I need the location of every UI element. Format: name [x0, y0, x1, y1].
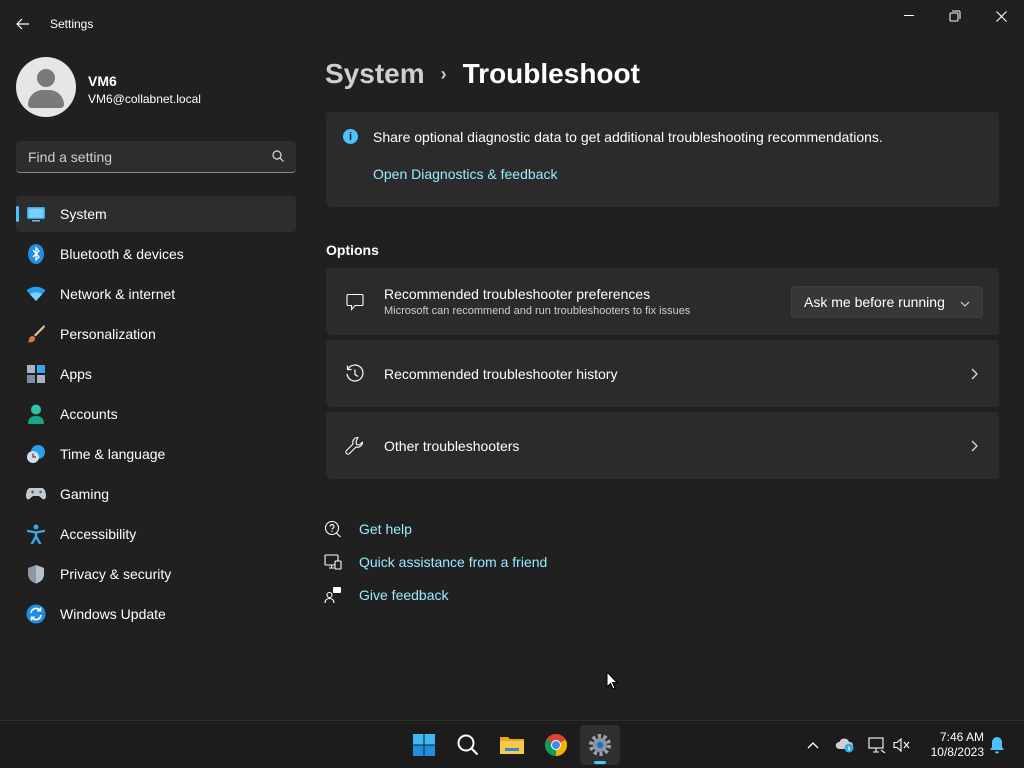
give-feedback-label: Give feedback	[359, 586, 449, 603]
title-bar: Settings	[0, 0, 1024, 48]
breadcrumb-separator: ›	[440, 63, 447, 84]
info-text: Share optional diagnostic data to get ad…	[373, 129, 883, 145]
taskbar-clock[interactable]: 7:46 AM 10/8/2023	[920, 730, 984, 760]
file-explorer-icon[interactable]	[492, 725, 532, 765]
sidebar-item-privacy[interactable]: Privacy & security	[16, 556, 296, 592]
search-icon[interactable]	[272, 149, 284, 165]
sidebar-item-network[interactable]: Network & internet	[16, 276, 296, 312]
settings-window: Settings VM6 VM6@collabnet.local Find a …	[0, 0, 1024, 720]
chrome-icon[interactable]	[536, 725, 576, 765]
sidebar-item-accounts[interactable]: Accounts	[16, 396, 296, 432]
troubleshooter-preferences-card: Recommended troubleshooter preferences M…	[326, 268, 999, 335]
help-chat-icon	[324, 520, 359, 538]
sidebar-item-label: Accounts	[60, 406, 118, 422]
onedrive-cloud-icon[interactable]	[833, 733, 857, 757]
chat-bubble-icon	[326, 293, 384, 311]
update-icon	[26, 604, 46, 624]
dropdown-value: Ask me before running	[804, 293, 945, 310]
sidebar-item-label: Apps	[60, 366, 92, 382]
sidebar-item-label: Gaming	[60, 486, 110, 502]
sidebar-item-system[interactable]: System	[16, 196, 296, 232]
close-icon[interactable]	[978, 0, 1024, 32]
sidebar-item-accessibility[interactable]: Accessibility	[16, 516, 296, 552]
get-help-link[interactable]: Get help	[324, 512, 547, 545]
clock-date: 10/8/2023	[930, 745, 984, 759]
diagnostics-info-card: i Share optional diagnostic data to get …	[326, 112, 999, 207]
quick-assist-label: Quick assistance from a friend	[359, 553, 548, 570]
options-heading: Options	[326, 242, 379, 258]
get-help-label: Get help	[359, 520, 412, 537]
preferences-subtitle: Microsoft can recommend and run troubles…	[384, 305, 691, 317]
accessibility-icon	[26, 524, 46, 544]
breadcrumb: System › Troubleshoot	[325, 58, 640, 90]
system-icon	[26, 204, 46, 224]
sidebar-item-label: Personalization	[60, 326, 156, 342]
taskbar: 7:46 AM 10/8/2023	[0, 720, 1024, 768]
chevron-right-icon	[949, 368, 999, 380]
help-links: Get help Quick assistance from a friend …	[324, 512, 547, 611]
avatar	[16, 57, 76, 117]
settings-icon[interactable]	[580, 725, 620, 765]
sidebar-item-label: Network & internet	[60, 286, 176, 302]
bluetooth-icon	[26, 244, 46, 264]
sidebar-item-label: Windows Update	[60, 606, 166, 622]
network-icon[interactable]	[865, 733, 889, 757]
page-title: Troubleshoot	[462, 58, 640, 89]
chevron-up-icon[interactable]	[801, 733, 825, 757]
sidebar-item-label: Time & language	[60, 446, 166, 462]
quick-assist-link[interactable]: Quick assistance from a friend	[324, 545, 547, 578]
quick-assist-icon	[324, 553, 359, 571]
restore-icon[interactable]	[932, 0, 978, 32]
chevron-down-icon	[960, 294, 970, 310]
sidebar-item-bluetooth[interactable]: Bluetooth & devices	[16, 236, 296, 272]
speaker-muted-icon[interactable]	[890, 733, 914, 757]
minimize-icon[interactable]	[886, 0, 932, 32]
active-indicator	[594, 761, 606, 764]
preferences-title: Recommended troubleshooter preferences	[384, 286, 651, 302]
open-diagnostics-link[interactable]: Open Diagnostics & feedback	[373, 166, 557, 182]
mouse-cursor-icon	[606, 670, 619, 695]
sidebar-item-apps[interactable]: Apps	[16, 356, 296, 392]
sidebar-item-windows-update[interactable]: Windows Update	[16, 596, 296, 632]
profile-name: VM6	[88, 73, 117, 89]
shield-icon	[26, 564, 46, 584]
back-arrow-icon[interactable]	[10, 12, 36, 36]
wifi-icon	[26, 284, 46, 304]
search-icon[interactable]	[448, 725, 488, 765]
history-icon	[326, 363, 384, 384]
sidebar-item-label: Bluetooth & devices	[60, 246, 184, 262]
sidebar-item-personalization[interactable]: Personalization	[16, 316, 296, 352]
sidebar-item-gaming[interactable]: Gaming	[16, 476, 296, 512]
sidebar-item-label: System	[60, 206, 107, 222]
breadcrumb-parent[interactable]: System	[325, 58, 425, 90]
clock-time: 7:46 AM	[939, 730, 984, 744]
notification-bell-icon[interactable]	[985, 733, 1009, 757]
sidebar-item-label: Accessibility	[60, 526, 137, 542]
controller-icon	[26, 484, 46, 504]
wrench-icon	[326, 436, 384, 456]
other-title: Other troubleshooters	[384, 437, 520, 454]
troubleshooter-history-card[interactable]: Recommended troubleshooter history	[326, 340, 999, 407]
history-title: Recommended troubleshooter history	[384, 365, 618, 382]
preferences-dropdown[interactable]: Ask me before running	[791, 285, 983, 318]
person-icon	[26, 404, 46, 424]
clock-globe-icon	[26, 444, 46, 464]
apps-icon	[26, 364, 46, 384]
sidebar-item-time-language[interactable]: Time & language	[16, 436, 296, 472]
start-icon[interactable]	[404, 725, 444, 765]
chevron-right-icon	[949, 440, 999, 452]
other-troubleshooters-card[interactable]: Other troubleshooters	[326, 412, 999, 479]
feedback-icon	[324, 586, 359, 604]
app-title: Settings	[50, 17, 94, 31]
sidebar-nav: System Bluetooth & devices Network & int…	[16, 196, 296, 636]
sidebar-item-label: Privacy & security	[60, 566, 172, 582]
search-placeholder: Find a setting	[28, 148, 113, 165]
give-feedback-link[interactable]: Give feedback	[324, 578, 547, 611]
search-input[interactable]: Find a setting	[16, 141, 296, 173]
profile-email: VM6@collabnet.local	[88, 92, 201, 106]
info-icon: i	[343, 129, 358, 144]
user-profile[interactable]	[16, 57, 76, 117]
brush-icon	[26, 324, 46, 344]
